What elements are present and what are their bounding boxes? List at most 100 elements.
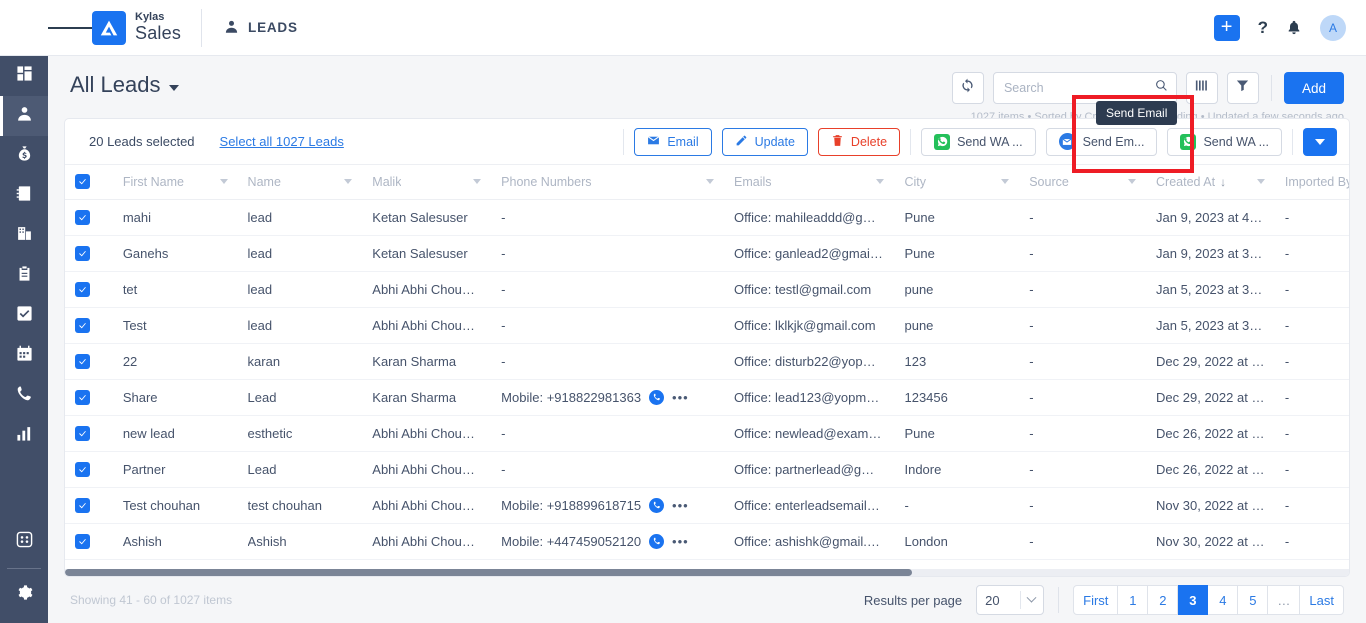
help-icon[interactable]: ? <box>1258 18 1268 38</box>
sidebar-item-leads[interactable] <box>0 96 48 136</box>
more-options-icon[interactable]: ••• <box>672 390 689 405</box>
chevron-down-icon[interactable] <box>473 179 481 184</box>
brand[interactable]: Kylas Sales <box>92 11 201 45</box>
table-row[interactable]: ShareLeadKaran SharmaMobile: +9188229813… <box>65 379 1349 415</box>
page-button-5[interactable]: 5 <box>1238 585 1268 615</box>
row-checkbox-cell[interactable] <box>65 451 113 487</box>
row-checkbox[interactable] <box>75 318 90 333</box>
email-button[interactable]: Email <box>634 128 711 156</box>
row-checkbox[interactable] <box>75 534 90 549</box>
add-button[interactable]: Add <box>1284 72 1344 104</box>
more-options-icon[interactable]: ••• <box>672 498 689 513</box>
bell-icon[interactable] <box>1286 19 1302 36</box>
send-wa-button-2[interactable]: Send WA ... <box>1167 128 1282 156</box>
row-checkbox-cell[interactable] <box>65 343 113 379</box>
update-button[interactable]: Update <box>722 128 808 156</box>
page-button-last[interactable]: Last <box>1300 585 1344 615</box>
more-options-icon[interactable]: ••• <box>672 534 689 549</box>
scrollbar-thumb[interactable] <box>65 569 912 576</box>
sidebar-item-calls[interactable] <box>0 376 48 416</box>
sort-descending-icon[interactable]: ↓ <box>1220 175 1226 189</box>
row-checkbox-cell[interactable] <box>65 379 113 415</box>
table-row[interactable]: TestleadAbhi Abhi Chouhan-Office: lklkjk… <box>65 307 1349 343</box>
table-row[interactable]: AshishAshishAbhi Abhi ChouhanMobile: +44… <box>65 523 1349 559</box>
row-checkbox[interactable] <box>75 426 90 441</box>
hamburger-icon[interactable] <box>48 24 92 32</box>
page-button-[interactable]: … <box>1268 585 1300 615</box>
row-checkbox-cell[interactable] <box>65 271 113 307</box>
sidebar-item-dashboard[interactable] <box>0 56 48 96</box>
row-checkbox-cell[interactable] <box>65 199 113 235</box>
column-first-name[interactable]: First Name <box>113 165 238 199</box>
sidebar-item-deals[interactable] <box>0 136 48 176</box>
column-source[interactable]: Source <box>1019 165 1146 199</box>
sidebar-item-calendar[interactable] <box>0 336 48 376</box>
table-row[interactable]: new leadestheticAbhi Abhi Chouhan-Office… <box>65 415 1349 451</box>
page-button-2[interactable]: 2 <box>1148 585 1178 615</box>
table-row[interactable]: tetleadAbhi Abhi Chouhan-Office: testl@g… <box>65 271 1349 307</box>
table-row[interactable]: Test chouhantest chouhanAbhi Abhi Chouha… <box>65 487 1349 523</box>
table-row[interactable]: GanehsleadKetan Salesuser-Office: ganlea… <box>65 235 1349 271</box>
row-checkbox-cell[interactable] <box>65 487 113 523</box>
call-icon[interactable] <box>649 498 664 513</box>
row-checkbox[interactable] <box>75 390 90 405</box>
quick-add-button[interactable] <box>1214 15 1240 41</box>
column-created-at[interactable]: Created At↓ <box>1146 165 1275 199</box>
column-phone-numbers[interactable]: Phone Numbers <box>491 165 724 199</box>
page-button-first[interactable]: First <box>1073 585 1118 615</box>
row-checkbox[interactable] <box>75 282 90 297</box>
search-box[interactable] <box>993 72 1177 104</box>
column-name[interactable]: Name <box>238 165 363 199</box>
select-all-link[interactable]: Select all 1027 Leads <box>220 134 344 149</box>
row-checkbox-cell[interactable] <box>65 235 113 271</box>
column-imported-by[interactable]: Imported By <box>1275 165 1349 199</box>
chevron-down-icon[interactable] <box>1001 179 1009 184</box>
sidebar-item-settings[interactable] <box>0 575 48 615</box>
table-row[interactable]: mahileadKetan Salesuser-Office: mahilead… <box>65 199 1349 235</box>
row-checkbox[interactable] <box>75 498 90 513</box>
sidebar-item-quotes[interactable] <box>0 256 48 296</box>
send-email-button[interactable]: Send Em... <box>1046 128 1158 156</box>
chevron-down-icon[interactable] <box>1128 179 1136 184</box>
page-button-4[interactable]: 4 <box>1208 585 1238 615</box>
sidebar-item-contacts[interactable] <box>0 176 48 216</box>
row-checkbox-cell[interactable] <box>65 307 113 343</box>
row-checkbox-cell[interactable] <box>65 523 113 559</box>
sidebar-item-companies[interactable] <box>0 216 48 256</box>
select-all-checkbox[interactable] <box>75 174 90 189</box>
more-actions-button[interactable] <box>1303 128 1337 156</box>
column-emails[interactable]: Emails <box>724 165 894 199</box>
table-row[interactable]: 22karanKaran Sharma-Office: disturb22@yo… <box>65 343 1349 379</box>
refresh-button[interactable] <box>952 72 984 104</box>
sidebar-item-apps[interactable] <box>0 522 48 562</box>
delete-button[interactable]: Delete <box>818 128 900 156</box>
table-row[interactable]: PartnerLeadAbhi Abhi Chouhan-Office: par… <box>65 451 1349 487</box>
page-button-1[interactable]: 1 <box>1118 585 1148 615</box>
row-checkbox[interactable] <box>75 246 90 261</box>
call-icon[interactable] <box>649 390 664 405</box>
horizontal-scrollbar[interactable] <box>65 569 1349 576</box>
avatar[interactable]: A <box>1320 15 1346 41</box>
chevron-down-icon[interactable] <box>706 179 714 184</box>
page-button-3[interactable]: 3 <box>1178 585 1208 615</box>
sidebar-item-reports[interactable] <box>0 416 48 456</box>
row-checkbox[interactable] <box>75 354 90 369</box>
column-city[interactable]: City <box>894 165 1019 199</box>
results-per-page-select[interactable]: 20 <box>976 585 1044 615</box>
columns-button[interactable] <box>1186 72 1218 104</box>
chevron-down-icon[interactable] <box>1257 179 1265 184</box>
chevron-down-icon[interactable] <box>169 85 179 91</box>
filter-button[interactable] <box>1227 72 1259 104</box>
column-malik[interactable]: Malik <box>362 165 491 199</box>
module-indicator-leads[interactable]: LEADS <box>202 19 298 37</box>
chevron-down-icon[interactable] <box>220 179 228 184</box>
sidebar-item-tasks[interactable] <box>0 296 48 336</box>
search-icon[interactable] <box>1155 79 1168 97</box>
row-checkbox-cell[interactable] <box>65 415 113 451</box>
send-wa-button-1[interactable]: Send WA ... <box>921 128 1036 156</box>
row-checkbox[interactable] <box>75 462 90 477</box>
call-icon[interactable] <box>649 534 664 549</box>
chevron-down-icon[interactable] <box>876 179 884 184</box>
search-input[interactable] <box>1004 81 1155 95</box>
chevron-down-icon[interactable] <box>344 179 352 184</box>
